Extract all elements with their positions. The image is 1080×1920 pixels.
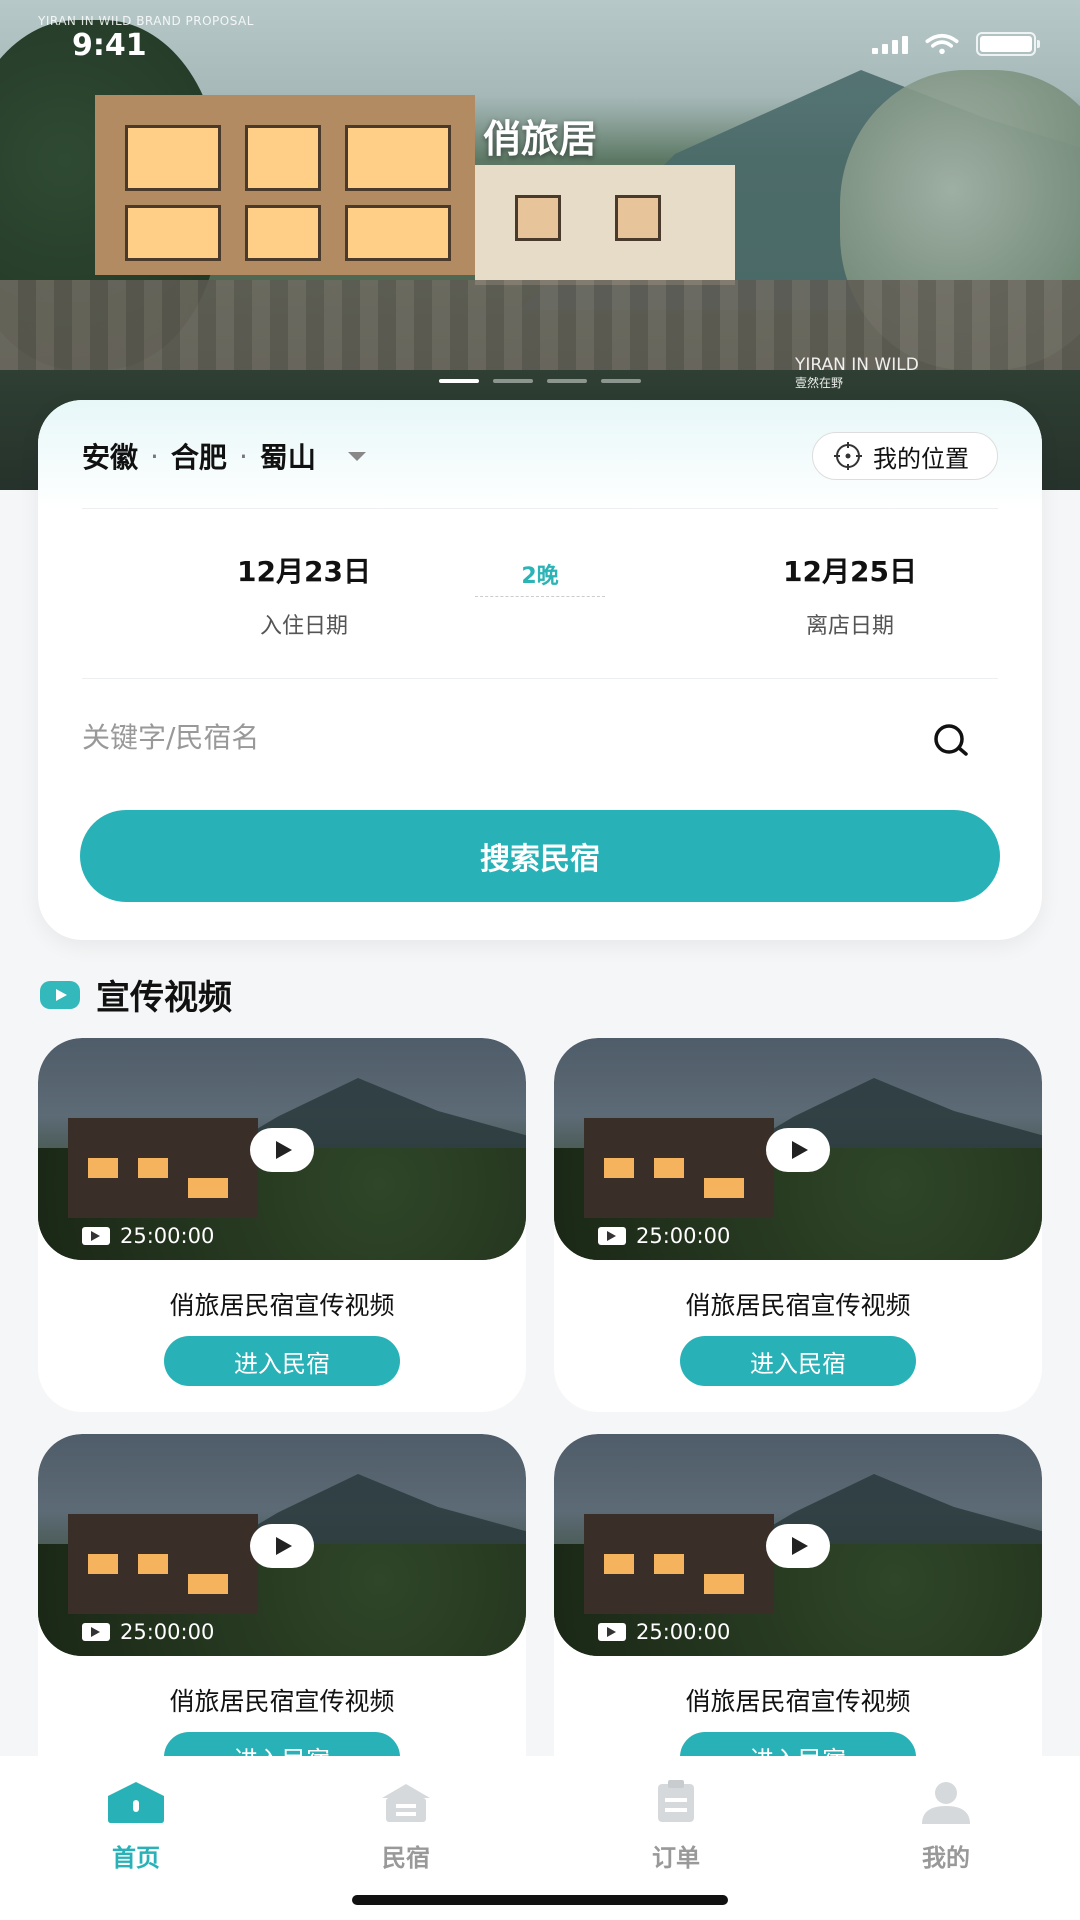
play-icon[interactable] [766, 1128, 830, 1172]
tab-label: 首页 [112, 1844, 160, 1872]
chevron-down-icon [347, 451, 366, 461]
hero-brand-en: YIRAN IN WILD [795, 355, 919, 375]
signal-icon [872, 34, 908, 54]
video-camera-icon [598, 1227, 626, 1245]
video-duration: 25:00:00 [598, 1224, 730, 1248]
video-card[interactable]: 25:00:00 俏旅居民宿宣传视频 进入民宿 [554, 1434, 1042, 1808]
tab-label: 我的 [922, 1844, 970, 1872]
video-section-title: 宣传视频 [96, 978, 232, 1018]
checkin-label: 入住日期 [259, 614, 348, 639]
checkout-date: 12月25日 [783, 555, 917, 588]
tab-profile[interactable]: 我的 [876, 1780, 1016, 1873]
video-duration: 25:00:00 [598, 1620, 730, 1644]
nights-count: 2晚 [475, 558, 605, 597]
profile-icon [922, 1782, 970, 1824]
video-camera-icon [82, 1227, 110, 1245]
search-icon[interactable] [932, 722, 976, 758]
video-thumbnail[interactable]: 25:00:00 [554, 1434, 1042, 1656]
order-icon [658, 1780, 694, 1822]
video-section-icon [40, 980, 80, 1009]
wifi-icon [925, 33, 959, 55]
home-icon [108, 1782, 164, 1823]
video-title: 俏旅居民宿宣传视频 [169, 1291, 395, 1320]
tab-label: 民宿 [382, 1844, 430, 1872]
hero-brand-caption: YIRAN IN WILD BRAND PROPOSAL [38, 14, 254, 28]
play-icon[interactable] [250, 1524, 314, 1568]
carousel-dot[interactable] [493, 379, 533, 383]
status-icons [872, 32, 1040, 56]
hero-title: 俏旅居 [482, 117, 597, 161]
video-title: 俏旅居民宿宣传视频 [685, 1291, 911, 1320]
video-thumbnail[interactable]: 25:00:00 [38, 1434, 526, 1656]
carousel-dot[interactable] [439, 379, 479, 383]
tab-home[interactable]: 首页 [66, 1780, 206, 1873]
house-icon [382, 1784, 430, 1822]
location-district: 蜀山 [259, 441, 316, 474]
enter-homestay-button[interactable]: 进入民宿 [164, 1336, 400, 1386]
location-selector[interactable]: 安徽 · 合肥 · 蜀山 [82, 436, 366, 476]
location-city: 合肥 [170, 441, 227, 474]
search-homestay-button[interactable]: 搜索民宿 [80, 810, 1000, 902]
video-card[interactable]: 25:00:00 俏旅居民宿宣传视频 进入民宿 [38, 1434, 526, 1808]
hero-brand-cn: 壹然在野 [795, 376, 844, 390]
hero-brand-logo: YIRAN IN WILD 壹然在野 [795, 356, 919, 392]
divider [82, 508, 998, 509]
play-icon[interactable] [250, 1128, 314, 1172]
video-duration: 25:00:00 [82, 1224, 214, 1248]
enter-homestay-button[interactable]: 进入民宿 [680, 1336, 916, 1386]
video-card[interactable]: 25:00:00 俏旅居民宿宣传视频 进入民宿 [38, 1038, 526, 1412]
checkin-date: 12月23日 [237, 555, 371, 588]
tab-homestay[interactable]: 民宿 [336, 1780, 476, 1873]
video-card[interactable]: 25:00:00 俏旅居民宿宣传视频 进入民宿 [554, 1038, 1042, 1412]
video-thumbnail[interactable]: 25:00:00 [554, 1038, 1042, 1260]
video-title: 俏旅居民宿宣传视频 [685, 1687, 911, 1716]
location-province: 安徽 [82, 441, 139, 474]
checkout-date-picker[interactable]: 12月25日 离店日期 [710, 550, 990, 640]
search-card: 安徽 · 合肥 · 蜀山 我的位置 12月23日 入住日期 2晚 12月25日 … [38, 400, 1042, 940]
my-location-label: 我的位置 [873, 444, 969, 473]
tab-orders[interactable]: 订单 [606, 1780, 746, 1873]
my-location-button[interactable]: 我的位置 [812, 432, 998, 480]
play-icon[interactable] [766, 1524, 830, 1568]
video-camera-icon [598, 1623, 626, 1641]
divider [82, 678, 998, 679]
carousel-indicator[interactable] [0, 379, 1080, 383]
video-camera-icon [82, 1623, 110, 1641]
video-section-header: 宣传视频 [40, 970, 232, 1019]
carousel-dot[interactable] [601, 379, 641, 383]
checkout-label: 离店日期 [805, 614, 894, 639]
status-time: 9:41 [72, 28, 147, 63]
video-thumbnail[interactable]: 25:00:00 [38, 1038, 526, 1260]
video-title: 俏旅居民宿宣传视频 [169, 1687, 395, 1716]
video-duration: 25:00:00 [82, 1620, 214, 1644]
carousel-dot[interactable] [547, 379, 587, 383]
home-indicator [352, 1895, 728, 1905]
tab-label: 订单 [652, 1844, 700, 1872]
checkin-date-picker[interactable]: 12月23日 入住日期 [164, 550, 444, 640]
keyword-search-input[interactable]: 关键字/民宿名 [82, 716, 259, 756]
battery-icon [976, 32, 1040, 56]
locate-icon [834, 442, 862, 470]
